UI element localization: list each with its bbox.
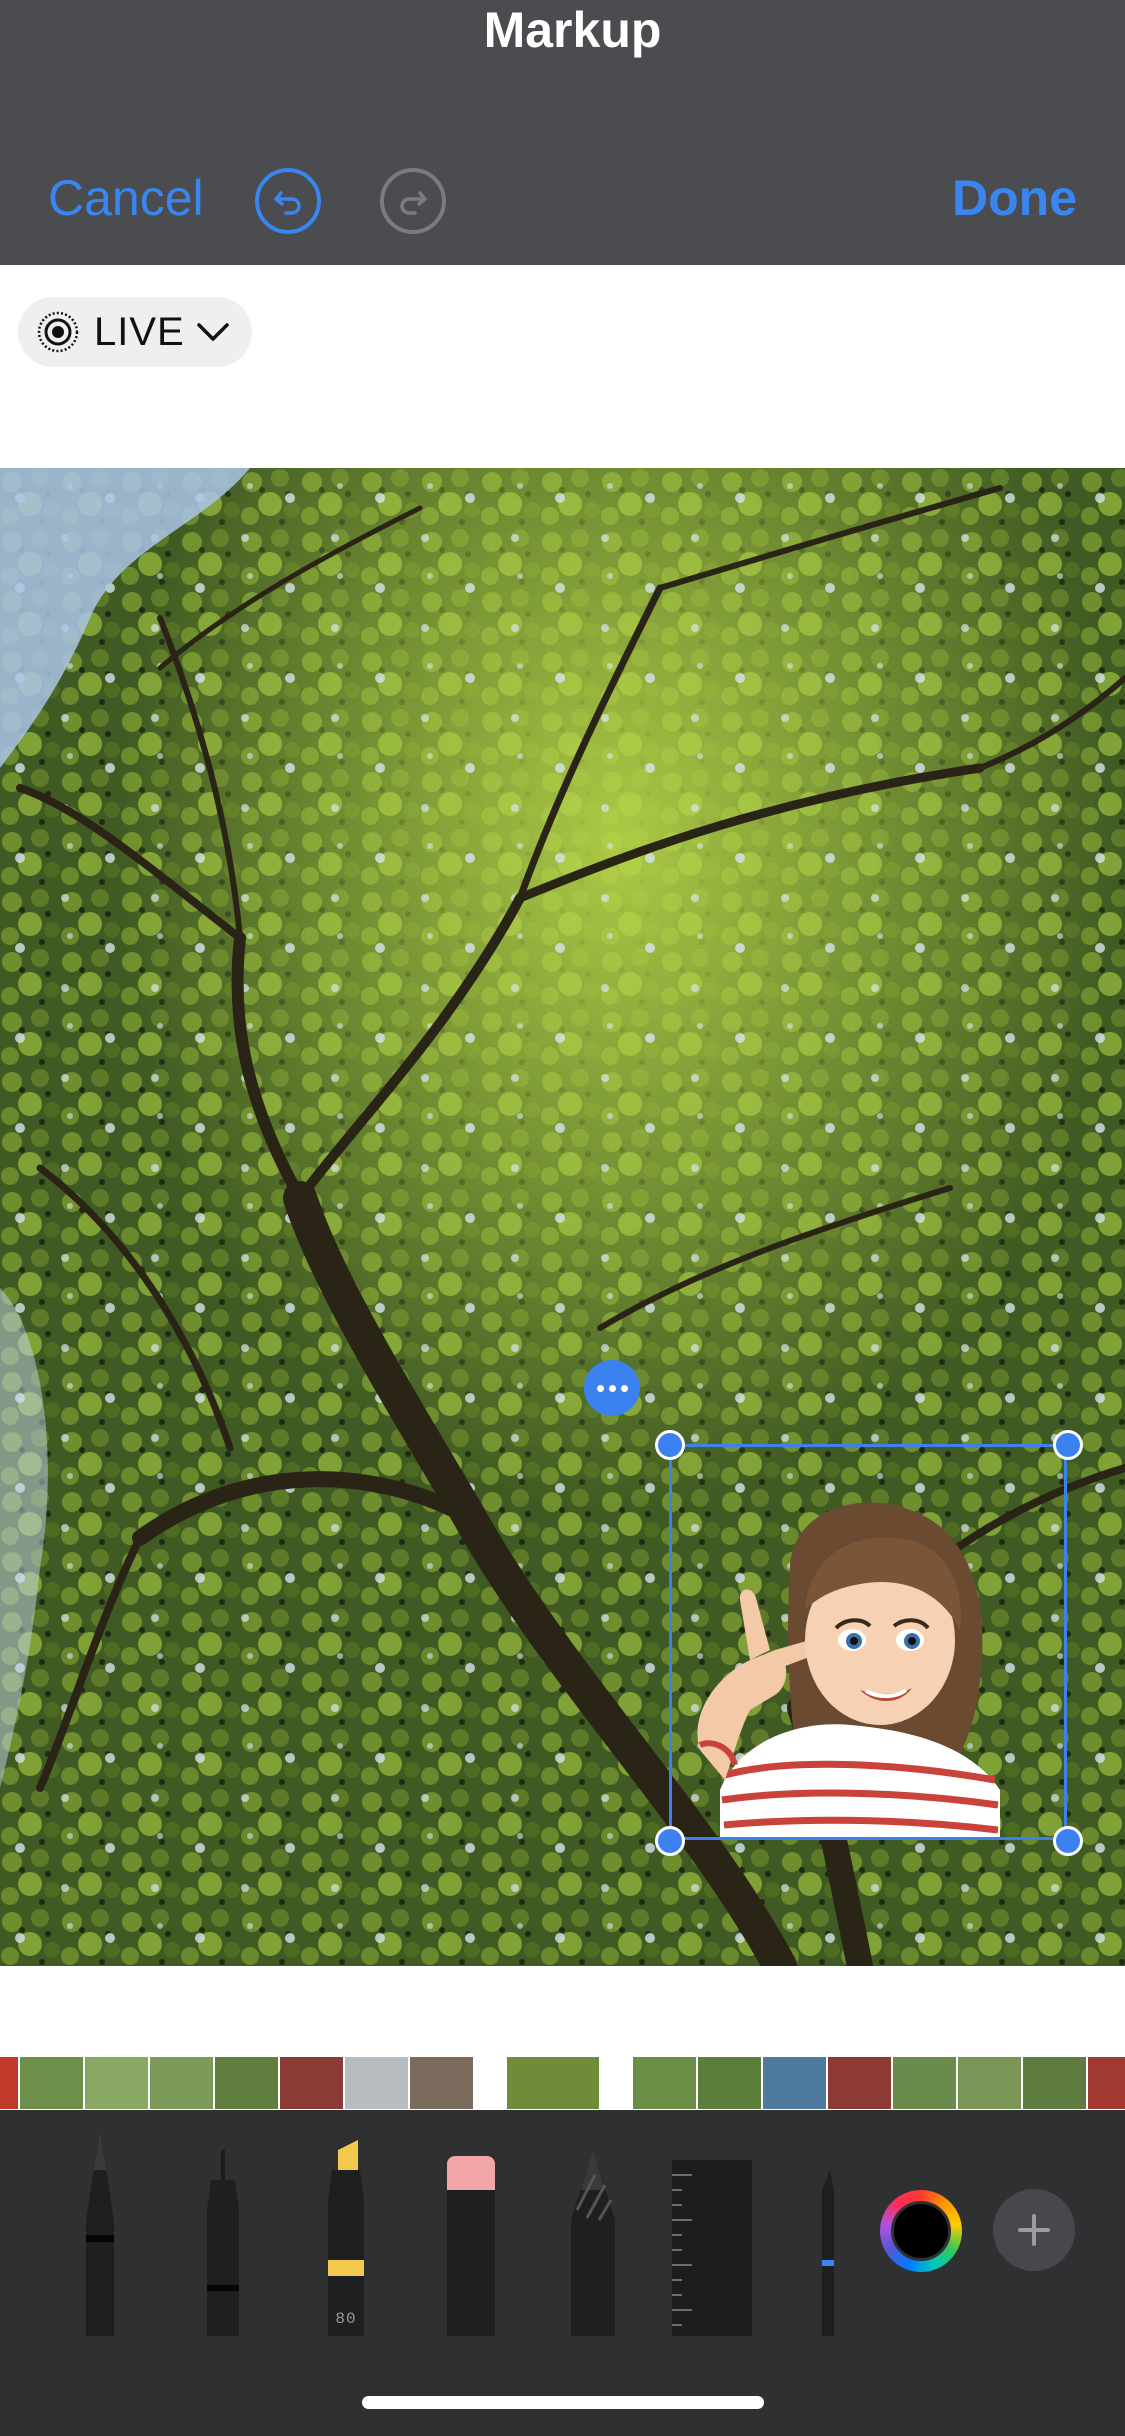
- filmstrip-thumb[interactable]: [828, 2057, 891, 2109]
- undo-icon: [274, 191, 301, 215]
- highlighter-opacity-label: 80: [335, 2310, 357, 2328]
- home-area: [0, 2336, 1125, 2436]
- pencil-tool[interactable]: [565, 2130, 621, 2340]
- filmstrip-thumb[interactable]: [893, 2057, 956, 2109]
- resize-handle-top-left[interactable]: [655, 1430, 685, 1460]
- toolbar: Cancel Markup Done: [0, 0, 1125, 265]
- resize-handle-top-right[interactable]: [1053, 1430, 1083, 1460]
- filmstrip[interactable]: [0, 2057, 1125, 2109]
- plus-icon: [1018, 2214, 1050, 2246]
- resize-handle-bottom-right[interactable]: [1053, 1826, 1083, 1856]
- redo-button[interactable]: [380, 168, 446, 234]
- resize-handle-bottom-left[interactable]: [655, 1826, 685, 1856]
- filmstrip-thumb[interactable]: [280, 2057, 343, 2109]
- fountain-pen-tool[interactable]: [800, 2130, 840, 2340]
- filmstrip-thumb[interactable]: [763, 2057, 826, 2109]
- pen-tool[interactable]: [68, 2130, 132, 2340]
- filmstrip-thumb[interactable]: [958, 2057, 1021, 2109]
- filmstrip-gap: [475, 2057, 505, 2109]
- more-options-button[interactable]: [584, 1360, 640, 1416]
- filmstrip-thumb[interactable]: [1088, 2057, 1125, 2109]
- live-photo-icon: [37, 311, 79, 353]
- cancel-button[interactable]: Cancel: [48, 168, 204, 228]
- done-button[interactable]: Done: [952, 168, 1077, 228]
- eraser-tool[interactable]: [443, 2130, 499, 2340]
- filmstrip-thumb[interactable]: [85, 2057, 148, 2109]
- add-button[interactable]: [993, 2189, 1075, 2271]
- live-label: LIVE: [94, 309, 185, 354]
- filmstrip-thumb[interactable]: [698, 2057, 761, 2109]
- selection-box[interactable]: [669, 1444, 1067, 1840]
- undo-button[interactable]: [255, 168, 321, 234]
- filmstrip-thumb[interactable]: [1023, 2057, 1086, 2109]
- highlighter-tool[interactable]: [318, 2130, 374, 2340]
- home-indicator[interactable]: [362, 2396, 764, 2409]
- filmstrip-gap: [601, 2057, 631, 2109]
- filmstrip-thumb[interactable]: [410, 2057, 473, 2109]
- filmstrip-thumb[interactable]: [150, 2057, 213, 2109]
- filmstrip-thumb[interactable]: [0, 2057, 18, 2109]
- filmstrip-thumb[interactable]: [633, 2057, 696, 2109]
- live-photo-toggle[interactable]: LIVE: [18, 297, 252, 367]
- filmstrip-thumb[interactable]: [215, 2057, 278, 2109]
- color-picker-button[interactable]: [880, 2190, 962, 2272]
- filmstrip-thumb[interactable]: [345, 2057, 408, 2109]
- ruler-tool[interactable]: [672, 2130, 756, 2340]
- selected-color-swatch: [891, 2201, 951, 2261]
- filmstrip-thumb[interactable]: [20, 2057, 83, 2109]
- redo-icon: [400, 191, 427, 215]
- fine-pen-tool[interactable]: [195, 2130, 251, 2340]
- page-title: Markup: [483, 2, 662, 58]
- filmstrip-thumb-selected[interactable]: [507, 2057, 599, 2109]
- chevron-down-icon: [196, 323, 229, 341]
